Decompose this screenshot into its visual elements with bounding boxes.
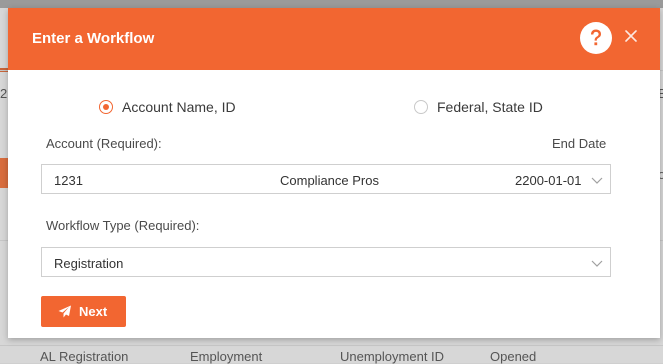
dialog-header: Enter a Workflow (8, 8, 660, 70)
end-date-label: End Date (552, 136, 607, 151)
radio-label: Federal, State ID (437, 99, 543, 115)
workflow-dialog: Enter a Workflow Account Name, ID Federa… (8, 8, 660, 338)
background-edge-text: 2 (0, 86, 8, 101)
background-cell: Employment (190, 349, 263, 364)
account-id: 1231 (54, 173, 83, 188)
account-name: Compliance Pros (280, 173, 379, 188)
radio-button[interactable] (414, 100, 428, 114)
next-button[interactable]: Next (41, 296, 126, 327)
background-cell: AL Registration (40, 349, 129, 364)
radio-account-name-id[interactable]: Account Name, ID (99, 97, 236, 117)
background-cell: Opened (490, 349, 537, 364)
question-circle-icon[interactable] (580, 22, 612, 54)
account-end-date: 2200-01-01 (515, 173, 582, 188)
close-icon[interactable] (623, 28, 639, 44)
chevron-down-icon[interactable] (591, 258, 603, 268)
next-button-label: Next (79, 304, 108, 319)
workflow-type-label: Workflow Type (Required): (46, 218, 200, 233)
account-label: Account (Required): (46, 136, 162, 151)
workflow-type-select[interactable]: Registration (41, 247, 611, 277)
radio-button[interactable] (99, 100, 113, 114)
background-cell: Unemployment ID (340, 349, 445, 364)
radio-federal-state-id[interactable]: Federal, State ID (414, 97, 543, 117)
send-icon (58, 305, 71, 318)
chevron-down-icon[interactable] (591, 175, 603, 185)
dialog-title: Enter a Workflow (32, 30, 155, 47)
background-top-bar (0, 0, 663, 8)
radio-label: Account Name, ID (122, 99, 236, 115)
account-select[interactable]: 1231 Compliance Pros 2200-01-01 (41, 164, 611, 194)
background-accent-tab (0, 158, 8, 188)
workflow-type-value: Registration (54, 256, 124, 271)
background-table-row: AL Registration Employment Unemployment … (0, 346, 663, 364)
